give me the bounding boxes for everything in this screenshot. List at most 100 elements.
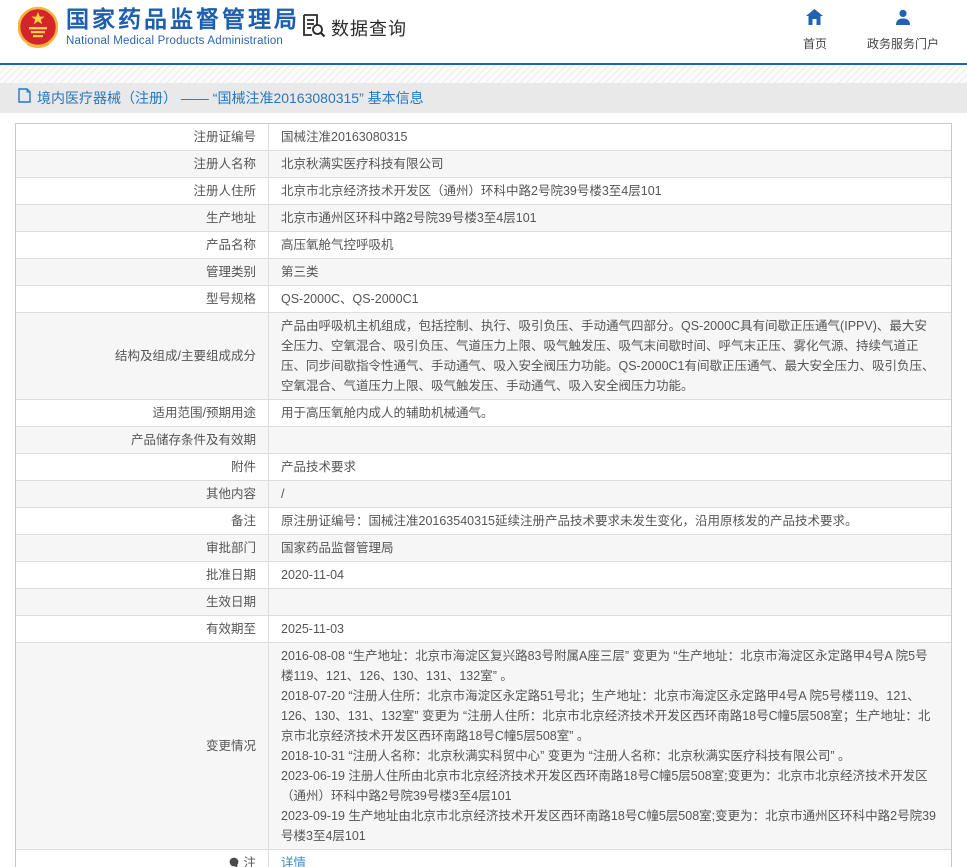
row-value: [269, 427, 951, 453]
row-value: 国械注准20163080315: [269, 124, 951, 150]
row-label: 注册人住所: [16, 178, 269, 204]
table-row: 型号规格 QS-2000C、QS-2000C1: [16, 286, 951, 313]
change-history-entry: 2023-06-19 注册人住所由北京市北京经济技术开发区西环南路18号C幢5层…: [281, 766, 939, 806]
row-value: 用于高压氧舱内成人的辅助机械通气。: [269, 400, 951, 426]
row-value: 2025-11-03: [269, 616, 951, 642]
table-row: 审批部门国家药品监督管理局: [16, 535, 951, 562]
row-label: 批准日期: [16, 562, 269, 588]
row-label: 管理类别: [16, 259, 269, 285]
row-label: 生产地址: [16, 205, 269, 231]
change-history-entry: 2016-08-08 “生产地址：北京市海淀区复兴路83号附属A座三层” 变更为…: [281, 646, 939, 686]
site-header: 国家药品监督管理局 National Medical Products Admi…: [0, 0, 967, 63]
org-name-cn: 国家药品监督管理局: [66, 6, 300, 32]
row-label: 备注: [16, 508, 269, 534]
row-label: 注: [16, 850, 269, 867]
registration-info-table: 注册证编号国械注准20163080315注册人名称北京秋满实医疗科技有限公司注册…: [15, 123, 952, 867]
row-value: 高压氧舱气控呼吸机: [269, 232, 951, 258]
row-label-text: 审批部门: [206, 538, 256, 558]
change-history-entry: 2023-09-19 生产地址由北京市北京经济技术开发区西环南路18号C幢5层5…: [281, 806, 939, 846]
table-row: 注册人住所北京市北京经济技术开发区（通州）环科中路2号院39号楼3至4层101: [16, 178, 951, 205]
table-row: 注 详情: [16, 850, 951, 867]
row-label: 注册证编号: [16, 124, 269, 150]
row-value: 国家药品监督管理局: [269, 535, 951, 561]
table-row: 其他内容 /: [16, 481, 951, 508]
row-label: 注册人名称: [16, 151, 269, 177]
row-label: 型号规格: [16, 286, 269, 312]
row-value: /: [269, 481, 951, 507]
row-label-text: 批准日期: [206, 565, 256, 585]
row-label-text: 其他内容: [206, 484, 256, 504]
table-row: 有效期至 2025-11-03: [16, 616, 951, 643]
row-label-text: 管理类别: [206, 262, 256, 282]
change-history-entry: 2018-10-31 “注册人名称：北京秋满实科贸中心” 变更为 “注册人名称：…: [281, 746, 939, 766]
row-value: 详情: [269, 850, 951, 867]
row-label: 结构及组成/主要组成成分: [16, 313, 269, 399]
row-value: 原注册证编号：国械注准20163540315延续注册产品技术要求未发生变化，沿用…: [269, 508, 951, 534]
page-title: 境内医疗器械（注册） —— “国械注准20163080315” 基本信息: [37, 88, 424, 108]
row-label: 附件: [16, 454, 269, 480]
nav-portal-label: 政务服务门户: [867, 35, 939, 52]
row-label: 适用范围/预期用途: [16, 400, 269, 426]
table-row: 备注原注册证编号：国械注准20163540315延续注册产品技术要求未发生变化，…: [16, 508, 951, 535]
nmpa-emblem-logo: [18, 4, 58, 59]
row-label-text: 产品名称: [206, 235, 256, 255]
table-row: 注册证编号国械注准20163080315: [16, 124, 951, 151]
home-icon: [806, 9, 823, 30]
row-value: QS-2000C、QS-2000C1: [269, 286, 951, 312]
row-label-text: 注册人住所: [193, 181, 256, 201]
row-label-text: 注册人名称: [193, 154, 256, 174]
table-row: 附件产品技术要求: [16, 454, 951, 481]
row-label: 变更情况: [16, 643, 269, 849]
top-nav: 首页 政务服务门户: [803, 9, 939, 52]
row-label-text: 附件: [231, 457, 256, 477]
row-value: 产品技术要求: [269, 454, 951, 480]
row-value: 第三类: [269, 259, 951, 285]
data-query-icon: [300, 12, 326, 43]
row-value: 北京秋满实医疗科技有限公司: [269, 151, 951, 177]
row-label-text: 适用范围/预期用途: [153, 403, 256, 423]
row-label-text: 生产地址: [206, 208, 256, 228]
table-row: 产品储存条件及有效期: [16, 427, 951, 454]
row-value: 北京市北京经济技术开发区（通州）环科中路2号院39号楼3至4层101: [269, 178, 951, 204]
row-value: 2020-11-04: [269, 562, 951, 588]
document-icon: [18, 88, 31, 108]
row-label-text: 注册证编号: [193, 127, 256, 147]
table-row: 变更情况 2016-08-08 “生产地址：北京市海淀区复兴路83号附属A座三层”…: [16, 643, 951, 850]
table-row: 产品名称高压氧舱气控呼吸机: [16, 232, 951, 259]
user-icon: [895, 9, 911, 30]
change-history-entry: 2018-07-20 “注册人住所：北京市海淀区永定路51号北；生产地址：北京市…: [281, 686, 939, 746]
row-label: 其他内容: [16, 481, 269, 507]
table-row: 生效日期: [16, 589, 951, 616]
row-value: [269, 589, 951, 615]
row-label-text: 注: [243, 853, 256, 867]
row-label-text: 备注: [231, 511, 256, 531]
table-row: 生产地址北京市通州区环科中路2号院39号楼3至4层101: [16, 205, 951, 232]
table-row: 结构及组成/主要组成成分产品由呼吸机主机组成，包括控制、执行、吸引负压、手动通气…: [16, 313, 951, 400]
row-label: 审批部门: [16, 535, 269, 561]
nav-home-label: 首页: [803, 35, 827, 52]
row-label: 生效日期: [16, 589, 269, 615]
row-label-text: 变更情况: [206, 736, 256, 756]
org-name-en: National Medical Products Administration: [66, 35, 300, 47]
content-area: 注册证编号国械注准20163080315注册人名称北京秋满实医疗科技有限公司注册…: [0, 113, 967, 867]
nav-home[interactable]: 首页: [803, 9, 827, 52]
row-value: 北京市通州区环科中路2号院39号楼3至4层101: [269, 205, 951, 231]
row-label-text: 型号规格: [206, 289, 256, 309]
row-value: 产品由呼吸机主机组成，包括控制、执行、吸引负压、手动通气四部分。QS-2000C…: [269, 313, 951, 399]
table-row: 适用范围/预期用途用于高压氧舱内成人的辅助机械通气。: [16, 400, 951, 427]
striped-background-band: [0, 65, 967, 83]
row-label-text: 有效期至: [206, 619, 256, 639]
details-link[interactable]: 详情: [281, 856, 306, 867]
data-query-label: 数据查询: [331, 15, 407, 41]
row-label: 产品储存条件及有效期: [16, 427, 269, 453]
row-label-text: 产品储存条件及有效期: [131, 430, 256, 450]
row-label: 有效期至: [16, 616, 269, 642]
note-icon: [229, 857, 240, 867]
row-label-text: 生效日期: [206, 592, 256, 612]
page-title-bar: 境内医疗器械（注册） —— “国械注准20163080315” 基本信息: [0, 83, 967, 113]
table-row: 管理类别第三类: [16, 259, 951, 286]
data-query-section[interactable]: 数据查询: [300, 12, 407, 43]
nav-portal[interactable]: 政务服务门户: [867, 9, 939, 52]
table-row: 注册人名称北京秋满实医疗科技有限公司: [16, 151, 951, 178]
row-label-text: 结构及组成/主要组成成分: [115, 346, 256, 366]
